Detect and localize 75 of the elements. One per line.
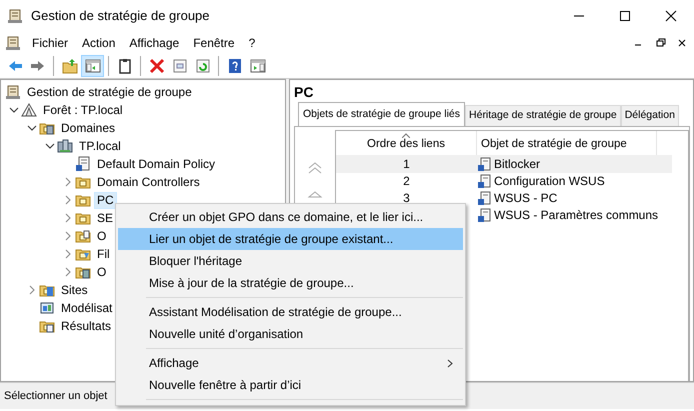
console-icon [5, 84, 21, 100]
tab[interactable]: Objets de stratégie de groupe liés [298, 102, 466, 127]
tree-item[interactable]: Fil [94, 246, 113, 262]
menu-item[interactable]: Affichage [122, 32, 186, 52]
maximize-icon [619, 10, 631, 22]
tree-item[interactable]: Sites [58, 282, 91, 298]
policy-document-icon [75, 156, 91, 172]
expand-chevron-icon[interactable] [63, 249, 73, 259]
refresh-icon [194, 58, 210, 74]
expand-chevron-icon[interactable] [63, 213, 73, 223]
collapse-chevron-icon[interactable] [9, 105, 19, 115]
app-menu-icon[interactable] [5, 34, 21, 50]
table-cell: 1 [403, 157, 410, 172]
folder-icon [75, 228, 91, 244]
status-text: Sélectionner un objet [4, 388, 108, 404]
clipboard-icon [116, 58, 132, 74]
collapse-chevron-icon[interactable] [27, 123, 37, 133]
menu-item[interactable]: Fenêtre [186, 32, 242, 52]
tree-item[interactable]: Domaines [58, 120, 118, 136]
tree-item[interactable]: TP.local [76, 138, 124, 154]
tree-item[interactable]: Modélisat [58, 300, 116, 316]
table-cell[interactable]: WSUS - Paramètres communs [494, 206, 658, 224]
tree-item[interactable]: Default Domain Policy [94, 156, 218, 172]
menu-item[interactable]: Nouvelle unité d’organisation [118, 323, 463, 345]
console-tree-icon [84, 58, 100, 74]
table-cell: 2 [403, 174, 410, 188]
menu-item[interactable]: Affichage [118, 352, 463, 374]
pane-icon [250, 58, 266, 74]
tree-item[interactable]: PC [94, 192, 117, 208]
column-header[interactable]: Objet de stratégie de groupe [481, 136, 627, 153]
menu-item[interactable]: Nouvelle fenêtre à partir d’ici [118, 374, 463, 396]
tree-item[interactable]: Domain Controllers [94, 174, 203, 190]
console-tree-button[interactable] [81, 54, 104, 76]
expand-chevron-icon[interactable] [27, 285, 37, 295]
help-icon [226, 58, 242, 74]
table-cell: 3 [403, 191, 410, 206]
servers-icon [57, 138, 73, 154]
tab[interactable]: Héritage de stratégie de groupe [465, 105, 621, 126]
menu-item[interactable]: ? [242, 32, 262, 52]
move-up-icon [307, 188, 323, 199]
chart-icon [39, 300, 55, 316]
expand-chevron-icon[interactable] [63, 177, 73, 187]
app-icon [7, 8, 23, 24]
expand-chevron-icon[interactable] [63, 267, 73, 277]
menu-item[interactable]: Fichier [25, 32, 76, 52]
tree-item[interactable]: O [94, 264, 110, 280]
forest-icon [21, 102, 37, 118]
menu-item[interactable]: Lier un objet de stratégie de groupe existant... [118, 228, 463, 250]
tree-item[interactable]: Gestion de stratégie de groupe [24, 84, 195, 100]
menu-item[interactable]: Action [75, 32, 122, 52]
policy-link-icon [477, 208, 491, 222]
tree-item[interactable]: O [94, 228, 110, 244]
menu-item[interactable]: Assistant Modélisation de stratégie de groupe... [118, 301, 463, 323]
tree-item[interactable]: Résultats [58, 318, 114, 334]
table-cell[interactable]: Configuration WSUS [494, 172, 605, 190]
expand-chevron-icon[interactable] [63, 231, 73, 241]
tree-item[interactable]: Forêt : TP.local [40, 102, 126, 118]
properties-icon [172, 58, 188, 74]
expand-chevron-icon[interactable] [63, 195, 73, 205]
folder-up-icon [62, 58, 78, 74]
move-to-top-icon [307, 160, 323, 175]
tree-item[interactable]: SE [94, 210, 116, 226]
collapse-chevron-icon[interactable] [45, 141, 55, 151]
tab[interactable]: Délégation [620, 105, 679, 126]
column-header[interactable]: Ordre des liens [367, 136, 445, 153]
window-title: Gestion de stratégie de groupe [31, 7, 211, 26]
delete-icon [148, 58, 164, 74]
menu-item[interactable]: Bloquer l'héritage [118, 250, 463, 272]
pane-title: PC [294, 83, 314, 101]
close-icon [665, 10, 677, 22]
table-cell[interactable]: WSUS - PC [494, 189, 558, 208]
menu-item[interactable]: Mise à jour de la stratégie de groupe... [118, 272, 463, 294]
menu-item[interactable]: Créer un objet GPO dans ce domaine, et le lier ici... [118, 206, 463, 228]
restore-icon[interactable] [654, 36, 668, 48]
policy-link-icon [477, 191, 491, 206]
